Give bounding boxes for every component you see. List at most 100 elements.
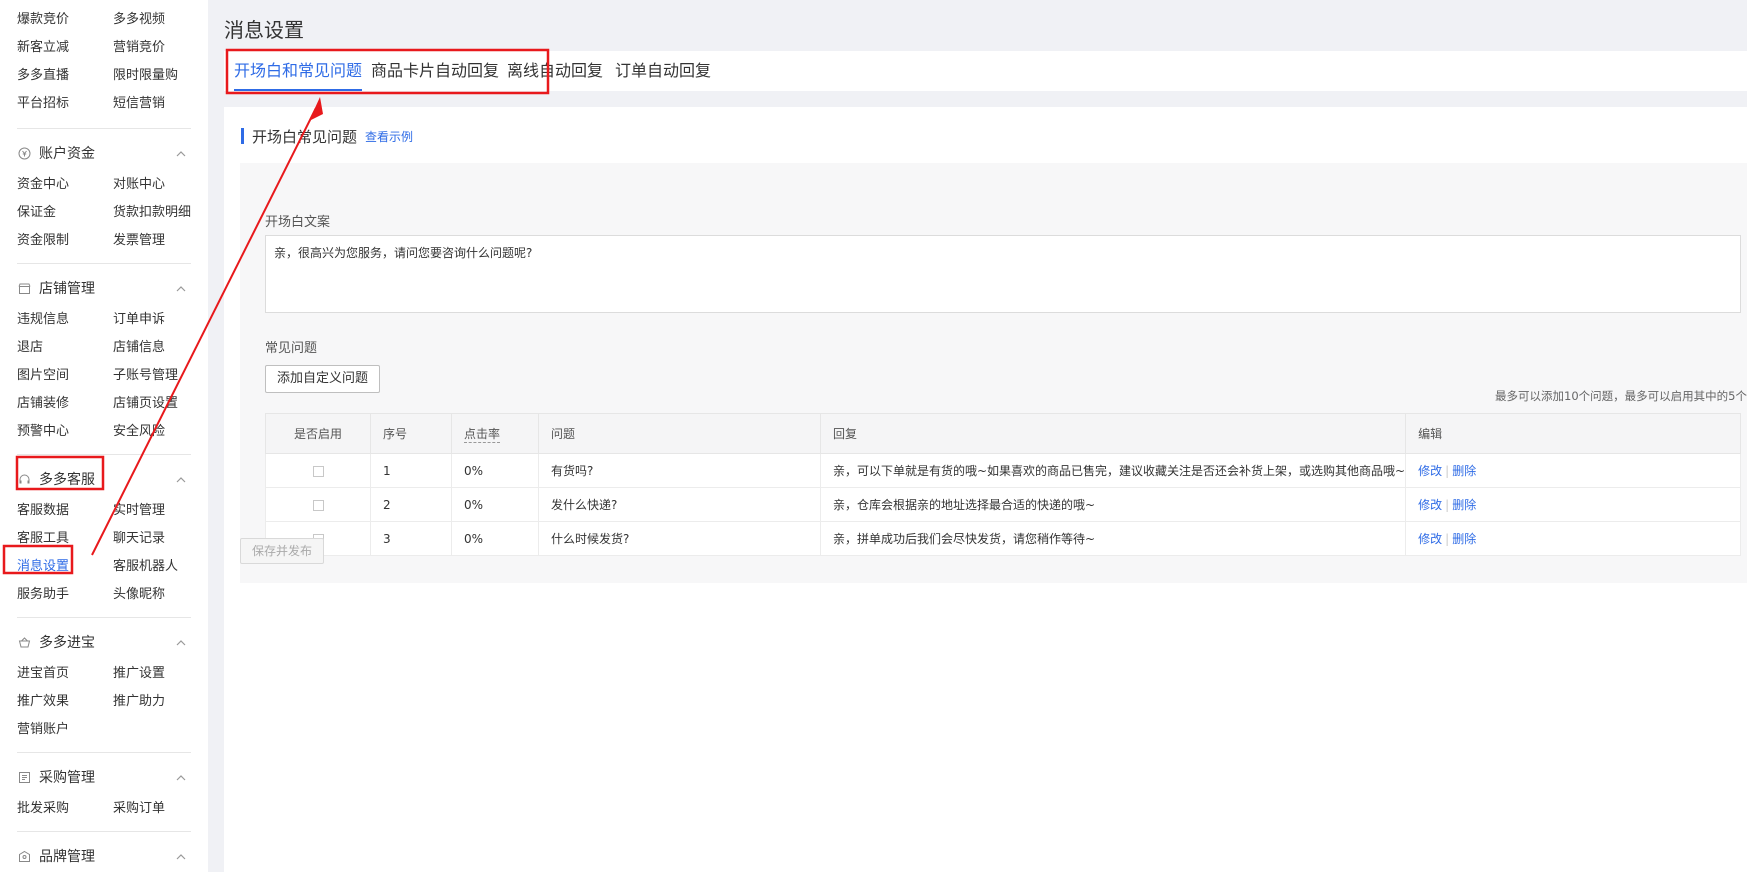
sidebar-item[interactable]: 限时限量购 — [113, 62, 208, 90]
sidebar-item-group: 爆款竞价 多多视频 新客立减 营销竞价 多多直播 限时限量购 平台招标 短信营销 — [0, 0, 208, 128]
sidebar-section-header[interactable]: 多多客服 — [0, 455, 208, 503]
sidebar-item[interactable]: 平台招标 — [17, 90, 113, 118]
sidebar-item[interactable]: 采购订单 — [113, 795, 208, 823]
enable-checkbox[interactable] — [312, 465, 324, 477]
edit-cell: 修改 | 删除 — [1405, 521, 1741, 556]
index-cell: 2 — [370, 487, 452, 522]
sidebar-item[interactable]: 客服机器人 — [113, 553, 208, 581]
opening-text-label: 开场白文案 — [265, 215, 331, 230]
headset-icon — [17, 472, 31, 486]
delete-link[interactable]: 删除 — [1452, 498, 1476, 512]
sidebar-item[interactable]: 货款扣款明细 — [113, 199, 208, 227]
section-header: 开场白常见问题 查看示例 — [241, 125, 413, 147]
sidebar-item-group: 批发采购 采购订单 — [0, 795, 208, 831]
col-question: 问题 — [538, 413, 821, 454]
question-cell: 有货吗? — [538, 453, 821, 488]
tab-offline-reply[interactable]: 离线自动回复 — [507, 51, 603, 91]
edit-cell: 修改 | 删除 — [1405, 487, 1741, 522]
sidebar-item[interactable]: 店铺装修 — [17, 390, 113, 418]
sidebar-item[interactable]: 资金限制 — [17, 227, 113, 255]
chevron-up-icon — [176, 771, 186, 784]
sidebar-item-group: 资金中心 对账中心 保证金 货款扣款明细 资金限制 发票管理 — [0, 171, 208, 263]
sidebar-item[interactable]: 爆款竞价 — [17, 6, 113, 34]
sidebar-item[interactable]: 服务助手 — [17, 581, 113, 609]
chevron-up-icon — [176, 850, 186, 863]
sidebar-item[interactable]: 营销账户 — [17, 716, 113, 744]
sidebar-item[interactable]: 推广助力 — [113, 688, 208, 716]
sidebar-item[interactable]: 多多视频 — [113, 6, 208, 34]
sidebar-item-group: 进宝首页 推广设置 推广效果 推广助力 营销账户 — [0, 660, 208, 752]
sidebar-section-header[interactable]: 账户资金 — [0, 129, 208, 177]
faq-table-body: 1 0% 有货吗? 亲，可以下单就是有货的哦~如果喜欢的商品已售完，建议收藏关注是否还… — [265, 453, 1741, 556]
sidebar-item[interactable]: 安全风险 — [113, 418, 208, 446]
sidebar-item[interactable]: 头像昵称 — [113, 581, 208, 609]
sidebar-item[interactable]: 店铺信息 — [113, 334, 208, 362]
delete-link[interactable]: 删除 — [1452, 464, 1476, 478]
sidebar-item[interactable]: 批发采购 — [17, 795, 113, 823]
action-separator: | — [1445, 464, 1450, 478]
add-custom-question-button[interactable]: 添加自定义问题 — [265, 365, 381, 393]
sidebar-item[interactable]: 实时管理 — [113, 497, 208, 525]
sidebar-item[interactable]: 短信营销 — [113, 90, 208, 118]
sidebar-item[interactable]: 发票管理 — [113, 227, 208, 255]
col-click-rate: 点击率 — [451, 413, 539, 454]
money-icon — [17, 146, 31, 160]
sidebar-item[interactable]: 保证金 — [17, 199, 113, 227]
edit-link[interactable]: 修改 — [1418, 464, 1442, 478]
opening-text-input[interactable]: 亲，很高兴为您服务，请问您要咨询什么问题呢? — [265, 235, 1741, 313]
brand-icon — [17, 849, 31, 863]
delete-link[interactable]: 删除 — [1452, 532, 1476, 546]
click-rate-header: 点击率 — [464, 427, 501, 443]
tab-order-reply[interactable]: 订单自动回复 — [615, 51, 711, 91]
sidebar-item[interactable]: 图片空间 — [17, 362, 113, 390]
click-rate-cell: 0% — [451, 521, 539, 556]
sidebar-item[interactable]: 营销竞价 — [113, 34, 208, 62]
sidebar-item[interactable]: 订单申诉 — [113, 306, 208, 334]
sidebar-item[interactable]: 进宝首页 — [17, 660, 113, 688]
sidebar-item[interactable]: 聊天记录 — [113, 525, 208, 553]
chevron-up-icon — [176, 282, 186, 295]
sidebar-item[interactable]: 退店 — [17, 334, 113, 362]
sidebar-item[interactable]: 预警中心 — [17, 418, 113, 446]
action-separator: | — [1445, 532, 1450, 546]
faq-label: 常见问题 — [265, 341, 318, 356]
edit-link[interactable]: 修改 — [1418, 532, 1442, 546]
sidebar-section-header[interactable]: 店铺管理 — [0, 264, 208, 312]
table-row: 1 0% 有货吗? 亲，可以下单就是有货的哦~如果喜欢的商品已售完，建议收藏关注是否还… — [265, 453, 1741, 488]
table-row: 3 0% 什么时候发货? 亲，拼单成功后我们会尽快发货，请您稍作等待~ 修改 | 删除 — [265, 521, 1741, 556]
sidebar-item[interactable]: 客服数据 — [17, 497, 113, 525]
sidebar-item[interactable]: 违规信息 — [17, 306, 113, 334]
enabled-cell — [265, 487, 371, 522]
sidebar-item[interactable]: 客服工具 — [17, 525, 113, 553]
enable-checkbox[interactable] — [312, 499, 324, 511]
faq-table: 是否启用 序号 点击率 问题 回复 编辑 1 0% 有货吗? 亲，可以下单就是有货的哦… — [265, 413, 1741, 556]
sidebar-item[interactable]: 子账号管理 — [113, 362, 208, 390]
reply-cell: 亲，拼单成功后我们会尽快发货，请您稍作等待~ — [819, 521, 1407, 556]
page-title: 消息设置 — [224, 18, 304, 42]
sidebar-section-title: 店铺管理 — [39, 281, 95, 297]
tab-product-card-reply[interactable]: 商品卡片自动回复 — [371, 51, 499, 91]
table-header-row: 是否启用 序号 点击率 问题 回复 编辑 — [265, 413, 1741, 454]
action-separator: | — [1445, 498, 1450, 512]
edit-link[interactable]: 修改 — [1418, 498, 1442, 512]
sidebar-item[interactable]: 多多直播 — [17, 62, 113, 90]
sidebar-item[interactable]: 对账中心 — [113, 171, 208, 199]
sidebar-section-header[interactable]: 多多进宝 — [0, 618, 208, 666]
edit-cell: 修改 | 删除 — [1405, 453, 1741, 488]
sidebar-section-title: 多多进宝 — [39, 635, 95, 651]
sidebar-item[interactable]: 资金中心 — [17, 171, 113, 199]
sidebar-item[interactable]: 店铺页设置 — [113, 390, 208, 418]
save-publish-button[interactable]: 保存并发布 — [240, 538, 325, 564]
click-rate-cell: 0% — [451, 453, 539, 488]
section-title: 开场白常见问题 — [252, 127, 358, 146]
faq-limit-note: 最多可以添加10个问题，最多可以启用其中的5个 — [1495, 389, 1747, 403]
settings-panel: 开场白常见问题 查看示例 开场白文案 亲，很高兴为您服务，请问您要咨询什么问题呢… — [224, 107, 1747, 872]
sidebar-item[interactable]: 消息设置 — [17, 553, 113, 581]
sidebar-item[interactable]: 新客立减 — [17, 34, 113, 62]
sidebar-section-header[interactable]: 品牌管理 — [0, 832, 208, 872]
tab-opening-faq[interactable]: 开场白和常见问题 — [234, 51, 363, 91]
view-example-link[interactable]: 查看示例 — [365, 128, 413, 145]
sidebar-item[interactable]: 推广设置 — [113, 660, 208, 688]
sidebar-item[interactable]: 推广效果 — [17, 688, 113, 716]
sidebar-section-header[interactable]: 采购管理 — [0, 753, 208, 801]
